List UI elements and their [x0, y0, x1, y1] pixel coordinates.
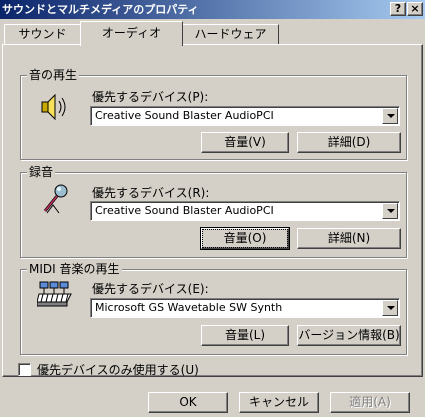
close-button[interactable]: ×	[407, 2, 423, 16]
tab-sound-label: サウンド	[18, 27, 67, 41]
midi-about-button[interactable]: バージョン情報(B)	[297, 325, 401, 346]
tab-sound[interactable]: サウンド	[4, 24, 81, 45]
playback-device-label: 優先するデバイス(P):	[92, 90, 209, 104]
midi-group-title: MIDI 音楽の再生	[27, 262, 122, 276]
recording-volume-label: 音量(O)	[202, 229, 288, 248]
recording-group-title: 録音	[27, 165, 56, 179]
recording-advanced-label: 詳細(N)	[327, 231, 371, 245]
midi-device-value: Microsoft GS Wavetable SW Synth	[95, 301, 283, 314]
cancel-label: キャンセル	[248, 395, 309, 409]
chevron-down-icon[interactable]	[382, 203, 398, 219]
title-bar: サウンドとマルチメディアのプロパティ	[0, 0, 425, 19]
recording-volume-button[interactable]: 音量(O)	[200, 227, 290, 250]
cancel-button[interactable]: キャンセル	[239, 392, 319, 413]
midi-keyboard-icon	[37, 281, 72, 307]
midi-about-label: バージョン情報(B)	[298, 328, 400, 342]
playback-advanced-button[interactable]: 詳細(D)	[297, 132, 401, 153]
recording-device-select[interactable]: Creative Sound Blaster AudioPCI	[90, 201, 400, 221]
apply-button[interactable]: 適用(A)	[330, 392, 410, 413]
help-button[interactable]: ?	[390, 2, 406, 16]
chevron-down-icon[interactable]	[382, 300, 398, 316]
playback-volume-label: 音量(V)	[224, 135, 266, 149]
apply-label: 適用(A)	[349, 395, 391, 409]
tab-hardware-label: ハードウェア	[194, 27, 267, 41]
active-tab-joint	[81, 44, 182, 46]
recording-device-value: Creative Sound Blaster AudioPCI	[95, 204, 274, 217]
playback-advanced-label: 詳細(D)	[327, 135, 371, 149]
chevron-down-icon[interactable]	[382, 108, 398, 124]
playback-volume-button[interactable]: 音量(V)	[201, 132, 289, 153]
microphone-icon	[43, 184, 68, 214]
midi-device-label: 優先するデバイス(E):	[92, 282, 209, 296]
window-title: サウンドとマルチメディアのプロパティ	[2, 3, 199, 16]
playback-device-value: Creative Sound Blaster AudioPCI	[95, 109, 274, 122]
tab-audio[interactable]: オーディオ	[80, 21, 183, 46]
ok-label: OK	[179, 395, 197, 409]
speaker-icon	[41, 93, 66, 121]
preferred-only-checkbox[interactable]	[18, 363, 31, 376]
midi-device-select[interactable]: Microsoft GS Wavetable SW Synth	[90, 298, 400, 318]
preferred-only-label[interactable]: 優先デバイスのみ使用する(U)	[37, 363, 199, 377]
tab-hardware[interactable]: ハードウェア	[182, 24, 279, 45]
tab-audio-label: オーディオ	[101, 26, 162, 40]
recording-device-label: 優先するデバイス(R):	[92, 186, 210, 200]
ok-button[interactable]: OK	[148, 392, 228, 413]
recording-advanced-button[interactable]: 詳細(N)	[297, 228, 401, 249]
playback-group-title: 音の再生	[27, 68, 80, 82]
midi-volume-label: 音量(L)	[224, 328, 266, 342]
midi-volume-button[interactable]: 音量(L)	[201, 325, 289, 346]
playback-device-select[interactable]: Creative Sound Blaster AudioPCI	[90, 106, 400, 126]
